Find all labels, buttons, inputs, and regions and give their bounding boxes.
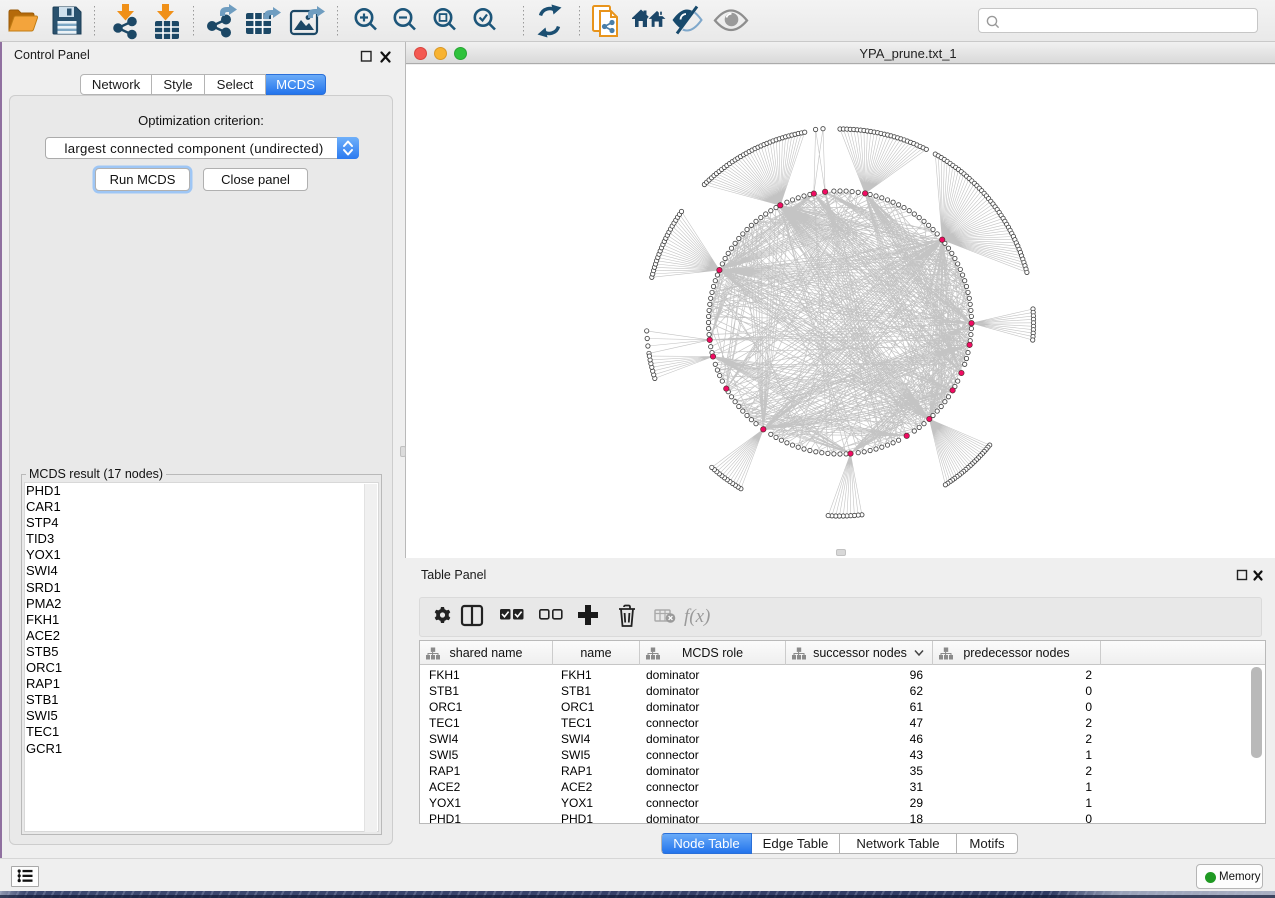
- svg-text:f(x): f(x): [684, 606, 710, 627]
